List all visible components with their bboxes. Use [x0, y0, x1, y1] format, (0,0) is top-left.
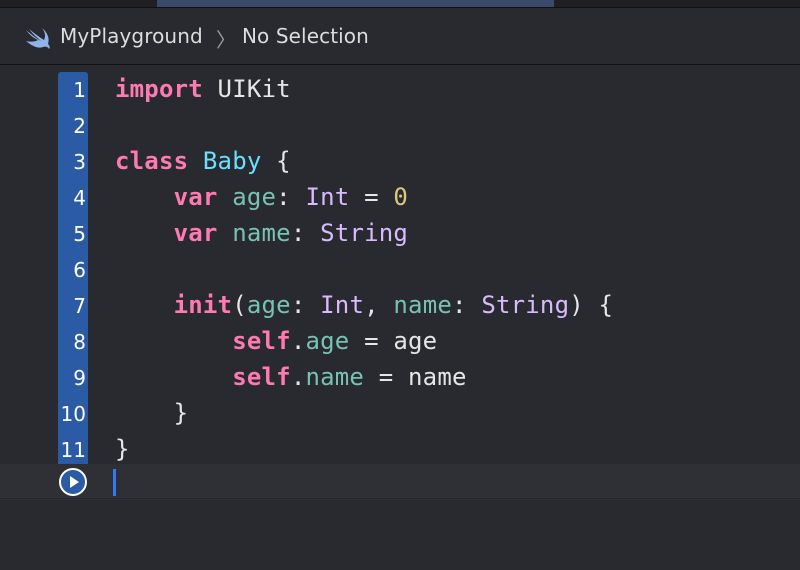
- text-cursor: [113, 469, 116, 496]
- code-token: Int: [320, 291, 365, 319]
- code-token: age: [246, 291, 291, 319]
- code-line[interactable]: init(age: Int, name: String) {: [115, 291, 613, 319]
- code-token: =: [349, 183, 394, 211]
- code-token: :: [452, 291, 482, 319]
- line-number[interactable]: 5: [58, 222, 86, 246]
- code-token: age: [305, 327, 350, 355]
- code-token: name: [232, 219, 291, 247]
- current-line-highlight: [0, 464, 800, 500]
- line-number[interactable]: 8: [58, 330, 86, 354]
- code-token: {: [261, 147, 291, 175]
- code-token: 0: [393, 183, 409, 211]
- line-number[interactable]: 10: [58, 402, 86, 426]
- line-number[interactable]: 3: [58, 150, 86, 174]
- window-top-strip: [0, 0, 800, 8]
- source-editor[interactable]: 1 2 3 4 5 6 7 8 9 10 11 import UIKit class Baby { v…: [0, 65, 800, 570]
- code-token: (: [232, 291, 247, 319]
- line-number[interactable]: 6: [58, 258, 86, 282]
- code-line[interactable]: import UIKit: [115, 75, 291, 103]
- line-number[interactable]: 1: [58, 78, 86, 102]
- code-token: .: [290, 327, 306, 355]
- code-line[interactable]: self.name = name: [115, 363, 467, 391]
- code-line[interactable]: }: [115, 435, 130, 463]
- code-token: = name: [364, 363, 467, 391]
- line-number[interactable]: 2: [58, 114, 86, 138]
- code-token: :: [290, 219, 321, 247]
- code-line[interactable]: self.age = age: [115, 327, 437, 355]
- code-token: Int: [305, 183, 350, 211]
- code-token: String: [320, 219, 409, 247]
- code-token: self: [232, 327, 291, 355]
- code-token: .: [290, 363, 306, 391]
- jump-bar: MyPlayground 〉 No Selection: [0, 8, 800, 65]
- divider: [0, 498, 800, 499]
- code-token: Baby: [202, 147, 262, 175]
- breadcrumb-project[interactable]: MyPlayground: [60, 24, 203, 48]
- code-token: }: [115, 399, 189, 427]
- line-number[interactable]: 9: [58, 366, 86, 390]
- code-token: name: [393, 291, 453, 319]
- play-circle-icon[interactable]: [59, 468, 87, 496]
- code-token: class: [115, 147, 189, 175]
- code-token: name: [305, 363, 365, 391]
- line-number[interactable]: 11: [58, 438, 86, 462]
- code-line[interactable]: }: [115, 399, 188, 427]
- code-token: var: [173, 219, 218, 247]
- code-token: age: [232, 183, 277, 211]
- code-token: ) {: [569, 291, 614, 319]
- code-token: UIKit: [202, 75, 291, 103]
- code-token: :: [276, 183, 306, 211]
- code-token: :: [290, 291, 321, 319]
- code-line[interactable]: var age: Int = 0: [115, 183, 408, 211]
- code-line[interactable]: class Baby {: [115, 147, 291, 175]
- swift-icon[interactable]: [24, 27, 52, 49]
- code-token: import: [115, 75, 203, 103]
- code-token: var: [173, 183, 218, 211]
- code-token: ,: [364, 291, 394, 319]
- code-token: }: [115, 435, 130, 463]
- code-token: String: [481, 291, 570, 319]
- line-number[interactable]: 7: [58, 294, 86, 318]
- code-token: = age: [349, 327, 438, 355]
- breadcrumb-selection[interactable]: No Selection: [242, 24, 369, 48]
- line-number[interactable]: 4: [58, 186, 86, 210]
- code-token: self: [232, 363, 291, 391]
- code-token: init: [173, 291, 233, 319]
- breadcrumb-separator: 〉: [216, 28, 237, 52]
- code-line[interactable]: var name: String: [115, 219, 408, 247]
